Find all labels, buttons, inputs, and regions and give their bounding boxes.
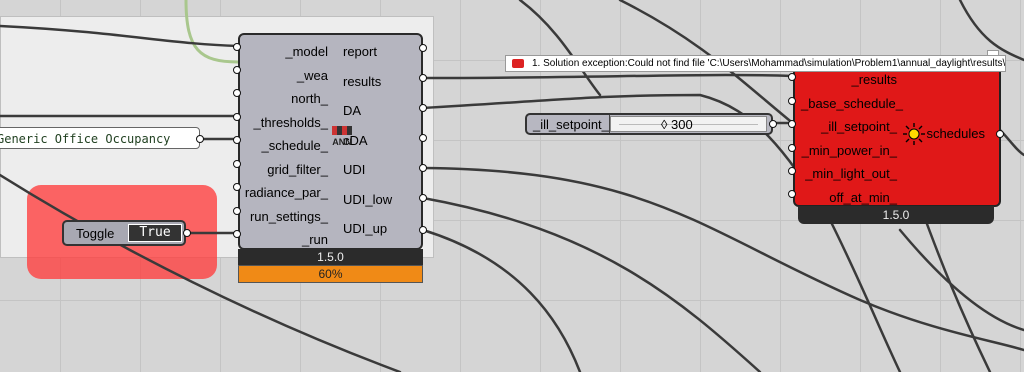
pin-udi-low[interactable]	[419, 194, 427, 202]
pin-udi[interactable]	[419, 164, 427, 172]
pin-red-min-power-in[interactable]	[788, 144, 796, 152]
pin-run-settings[interactable]	[233, 207, 241, 215]
red-output-schedules[interactable]: schedules	[926, 126, 985, 141]
pin-thresholds[interactable]	[233, 113, 241, 121]
red-input-ill-setpoint[interactable]: _ill_setpoint_	[801, 115, 897, 139]
dimming-schedule-component[interactable]: _results _base_schedule_ _ill_setpoint_ …	[793, 60, 1001, 207]
input-model[interactable]: _model	[240, 40, 328, 64]
red-component-inputs: _results _base_schedule_ _ill_setpoint_ …	[801, 68, 903, 209]
wire-green	[184, 0, 240, 64]
input-run[interactable]: _run	[240, 228, 328, 252]
slider-value[interactable]: ◊ 300	[661, 117, 693, 132]
pin-north[interactable]	[233, 89, 241, 97]
pin-run[interactable]	[233, 230, 241, 238]
pin-red-min-light-out[interactable]	[788, 167, 796, 175]
pin-radiance-par[interactable]	[233, 183, 241, 191]
progress-bar: 60%	[238, 265, 423, 283]
toggle-label: Toggle	[76, 226, 115, 241]
red-input-min-power-in[interactable]: _min_power_in_	[801, 139, 897, 163]
pin-slider-out[interactable]	[769, 120, 777, 128]
pin-red-ill-setpoint[interactable]	[788, 120, 796, 128]
output-udi-up[interactable]: UDI_up	[343, 217, 407, 241]
wire-model	[0, 24, 240, 48]
pin-red-schedules[interactable]	[996, 130, 1004, 138]
occupancy-panel[interactable]: Generic Office Occupancy	[0, 127, 200, 149]
input-thresholds[interactable]: _thresholds_	[240, 111, 328, 135]
input-radiance-par[interactable]: radiance_par_	[240, 181, 328, 205]
input-north[interactable]: north_	[240, 87, 328, 111]
output-da[interactable]: DA	[343, 99, 407, 123]
pin-wea[interactable]	[233, 66, 241, 74]
error-bubble-icon	[512, 59, 524, 68]
output-results[interactable]: results	[343, 70, 407, 94]
error-message: 1. Solution exception:Could not find fil…	[532, 58, 1006, 69]
wire-udi-up	[421, 228, 582, 372]
red-input-base-schedule[interactable]: _base_schedule_	[801, 92, 903, 116]
ann-icon-label: ANN	[332, 137, 352, 147]
pin-red-results[interactable]	[788, 73, 796, 81]
pin-model[interactable]	[233, 43, 241, 51]
output-udi[interactable]: UDI	[343, 158, 407, 182]
pin-udi-up[interactable]	[419, 226, 427, 234]
ann-icon: ANN	[331, 126, 353, 150]
red-input-min-light-out[interactable]: _min_light_out_	[801, 162, 897, 186]
pin-toggle-out[interactable]	[183, 229, 191, 237]
pin-red-base-schedule[interactable]	[788, 97, 796, 105]
pin-grid-filter[interactable]	[233, 160, 241, 168]
pin-cda[interactable]	[419, 134, 427, 142]
input-wea[interactable]: _wea	[240, 64, 328, 88]
pin-panel-out[interactable]	[196, 135, 204, 143]
output-udi-low[interactable]: UDI_low	[343, 188, 407, 212]
red-component-version: 1.5.0	[798, 206, 994, 224]
wire-right-4	[898, 228, 1024, 332]
boolean-toggle[interactable]: Toggle True	[62, 220, 186, 246]
pin-schedule[interactable]	[233, 136, 241, 144]
slider-label: _ill_setpoint_	[533, 117, 609, 132]
output-report[interactable]: report	[343, 40, 407, 64]
slider-track[interactable]: ◊ 300	[610, 116, 767, 132]
ill-setpoint-slider[interactable]: _ill_setpoint_ ◊ 300	[525, 113, 773, 135]
input-run-settings[interactable]: run_settings_	[240, 205, 328, 229]
input-grid-filter[interactable]: grid_filter_	[240, 158, 328, 182]
wire-diag-2	[518, 0, 602, 97]
toggle-value[interactable]: True	[128, 224, 182, 242]
pin-da[interactable]	[419, 104, 427, 112]
component-inputs: _model _wea north_ _thresholds_ _schedul…	[240, 40, 328, 252]
error-tooltip: 1. Solution exception:Could not find fil…	[505, 55, 1006, 72]
input-schedule[interactable]: _schedule_	[240, 134, 329, 158]
wire-udi-low	[421, 196, 762, 372]
ann-icon-graphic	[332, 126, 352, 135]
sun-icon	[903, 123, 925, 145]
component-version: 1.5.0	[238, 249, 423, 265]
pin-results[interactable]	[419, 74, 427, 82]
pin-report[interactable]	[419, 44, 427, 52]
pin-red-off-at-min[interactable]	[788, 190, 796, 198]
